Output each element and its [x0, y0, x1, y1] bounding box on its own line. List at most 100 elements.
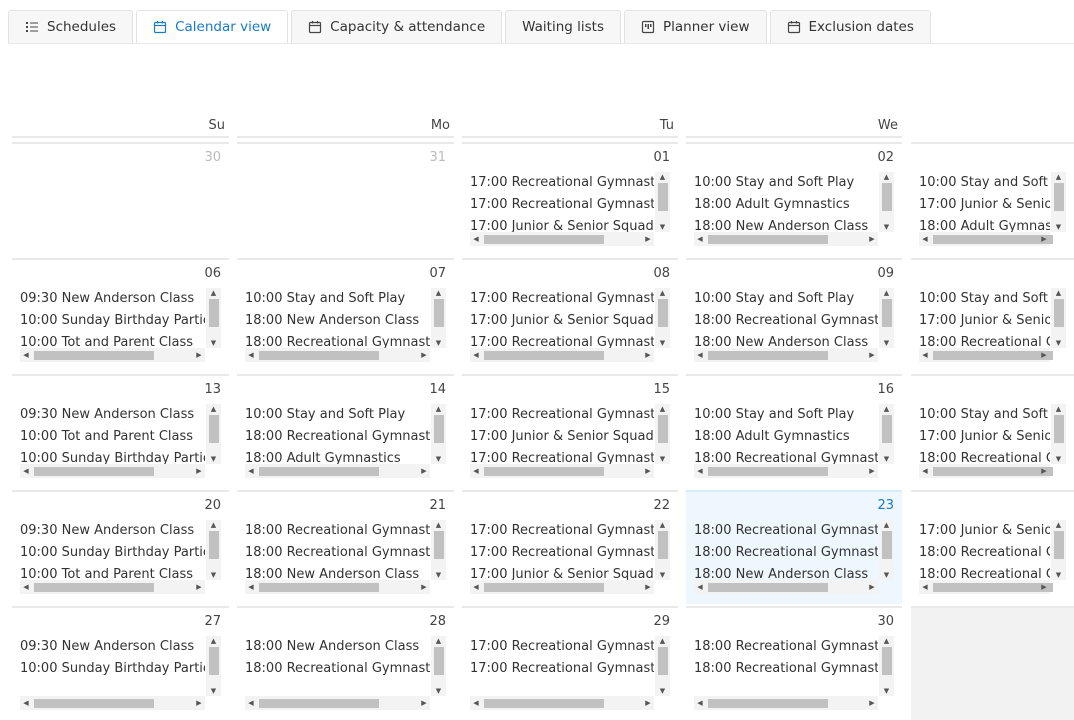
event-item[interactable]: 09:30 New Anderson Class: [20, 520, 205, 542]
horizontal-scrollbar[interactable]: ◀ ▶: [694, 348, 878, 362]
scroll-up-icon[interactable]: ▲: [206, 288, 221, 298]
scroll-left-icon[interactable]: ◀: [919, 464, 931, 478]
calendar-day-cell[interactable]: 02 10:00 Stay and Soft Play 18:00 Adult Gy…: [686, 142, 902, 256]
event-item[interactable]: 18:00 Recreational Gymnastics: [694, 636, 878, 658]
event-item[interactable]: 10:00 Sunday Birthday Parties: [20, 542, 205, 564]
scroll-right-icon[interactable]: ▶: [418, 464, 430, 478]
scroll-right-icon[interactable]: ▶: [866, 696, 878, 710]
event-item[interactable]: 18:00 New Anderson Class: [694, 216, 878, 232]
event-item[interactable]: 18:00 Adult Gymnastics: [245, 448, 430, 464]
calendar-day-cell[interactable]: 2217:00 Recreational Gymnastics 5-17:00 …: [462, 490, 678, 604]
calendar-day-cell[interactable]: 06 09:30 New Anderson Class 10:00 Sunday B…: [12, 258, 229, 372]
event-item[interactable]: 17:00 Recreational Gymnastics: [470, 404, 654, 426]
scroll-thumb[interactable]: [933, 235, 1053, 244]
scroll-right-icon[interactable]: ▶: [642, 696, 654, 710]
scroll-thumb[interactable]: [882, 183, 892, 211]
event-item[interactable]: 17:00 Recreational Gymnastics 8y: [470, 542, 654, 564]
event-item[interactable]: 17:00 Junior & Senior Squad: [919, 310, 1050, 332]
scroll-right-icon[interactable]: ▶: [866, 464, 878, 478]
horizontal-scrollbar[interactable]: ◀ ▶: [245, 348, 430, 362]
scroll-thumb[interactable]: [658, 647, 668, 675]
scroll-right-icon[interactable]: ▶: [1038, 348, 1050, 362]
vertical-scrollbar[interactable]: ▲ ▼: [879, 520, 894, 580]
scroll-thumb[interactable]: [708, 467, 828, 476]
event-item[interactable]: 18:00 Recreational Gymnastics: [694, 658, 878, 680]
scroll-up-icon[interactable]: ▲: [431, 520, 446, 530]
scroll-thumb[interactable]: [434, 647, 444, 675]
event-item[interactable]: 18:00 New Anderson Class: [694, 564, 878, 580]
scroll-right-icon[interactable]: ▶: [193, 580, 205, 594]
vertical-scrollbar[interactable]: ▲ ▼: [879, 172, 894, 232]
scroll-right-icon[interactable]: ▶: [193, 464, 205, 478]
event-item[interactable]: 10:00 Stay and Soft Play: [919, 404, 1050, 426]
scroll-down-icon[interactable]: ▼: [655, 686, 670, 696]
event-item[interactable]: 10:00 Sunday Birthday Parties: [20, 448, 205, 464]
scroll-thumb[interactable]: [933, 583, 1053, 592]
tab-waiting-lists[interactable]: Waiting lists: [505, 10, 621, 44]
scroll-thumb[interactable]: [658, 415, 668, 443]
calendar-day-cell[interactable]: 21 18:00 Recreational Gymnastics 18:00 Rec…: [237, 490, 454, 604]
event-item[interactable]: 10:00 Stay and Soft Play: [694, 172, 878, 194]
scroll-up-icon[interactable]: ▲: [206, 404, 221, 414]
scroll-up-icon[interactable]: ▲: [655, 172, 670, 182]
scroll-thumb[interactable]: [259, 351, 379, 360]
horizontal-scrollbar[interactable]: ◀ ▶: [20, 580, 205, 594]
scroll-thumb[interactable]: [209, 299, 219, 327]
vertical-scrollbar[interactable]: ▲ ▼: [431, 520, 446, 580]
scroll-left-icon[interactable]: ◀: [919, 232, 931, 246]
scroll-down-icon[interactable]: ▼: [431, 686, 446, 696]
event-item[interactable]: 10:00 Sunday Birthday Parties: [20, 658, 205, 680]
horizontal-scrollbar[interactable]: ◀ ▶: [470, 696, 654, 710]
scroll-down-icon[interactable]: ▼: [879, 338, 894, 348]
scroll-thumb[interactable]: [259, 699, 379, 708]
scroll-left-icon[interactable]: ◀: [245, 348, 257, 362]
scroll-thumb[interactable]: [484, 583, 604, 592]
scroll-up-icon[interactable]: ▲: [879, 520, 894, 530]
event-item[interactable]: 18:00 Recreational Gymnastics: [694, 310, 878, 332]
calendar-day-cell[interactable]: 31: [237, 142, 454, 256]
scroll-left-icon[interactable]: ◀: [245, 696, 257, 710]
vertical-scrollbar[interactable]: ▲ ▼: [206, 520, 221, 580]
scroll-right-icon[interactable]: ▶: [866, 232, 878, 246]
horizontal-scrollbar[interactable]: ◀ ▶: [245, 696, 430, 710]
scroll-down-icon[interactable]: ▼: [879, 454, 894, 464]
event-item[interactable]: 09:30 New Anderson Class: [20, 636, 205, 658]
scroll-thumb[interactable]: [34, 467, 154, 476]
scroll-thumb[interactable]: [209, 531, 219, 559]
scroll-thumb[interactable]: [708, 583, 828, 592]
calendar-day-cell[interactable]: 15 17:00 Recreational Gymnastics 17:00 Jun…: [462, 374, 678, 488]
scroll-thumb[interactable]: [484, 351, 604, 360]
vertical-scrollbar[interactable]: ▲ ▼: [431, 404, 446, 464]
horizontal-scrollbar[interactable]: ◀ ▶: [694, 232, 878, 246]
scroll-up-icon[interactable]: ▲: [1051, 172, 1066, 182]
event-item[interactable]: 18:00 Adult Gymnastics: [694, 194, 878, 216]
event-item[interactable]: 18:00 Recreational Gymnastics: [694, 542, 878, 564]
scroll-up-icon[interactable]: ▲: [1051, 288, 1066, 298]
event-item[interactable]: 17:00 Recreational Gymnastics: [470, 332, 654, 348]
event-item[interactable]: 18:00 New Anderson Class: [694, 332, 878, 348]
scroll-down-icon[interactable]: ▼: [879, 570, 894, 580]
scroll-thumb[interactable]: [34, 583, 154, 592]
event-item[interactable]: 09:30 New Anderson Class: [20, 288, 205, 310]
calendar-day-cell[interactable]: 20 09:30 New Anderson Class 10:00 Sunday B…: [12, 490, 229, 604]
event-item[interactable]: 17:00 Junior & Senior Squad: [919, 194, 1050, 216]
horizontal-scrollbar[interactable]: ◀ ▶: [694, 464, 878, 478]
scroll-down-icon[interactable]: ▼: [655, 454, 670, 464]
scroll-thumb[interactable]: [882, 415, 892, 443]
calendar-day-cell[interactable]: 13 09:30 New Anderson Class 10:00 Tot and …: [12, 374, 229, 488]
scroll-down-icon[interactable]: ▼: [431, 570, 446, 580]
scroll-up-icon[interactable]: ▲: [655, 404, 670, 414]
calendar-day-cell[interactable]: 07 10:00 Stay and Soft Play 18:00 New Ande…: [237, 258, 454, 372]
scroll-left-icon[interactable]: ◀: [470, 580, 482, 594]
scroll-thumb[interactable]: [882, 531, 892, 559]
scroll-right-icon[interactable]: ▶: [1038, 232, 1050, 246]
horizontal-scrollbar[interactable]: ◀ ▶: [919, 464, 1053, 478]
scroll-up-icon[interactable]: ▲: [879, 288, 894, 298]
event-item[interactable]: 17:00 Recreational Gymnastics 8y: [470, 658, 654, 680]
scroll-left-icon[interactable]: ◀: [20, 464, 32, 478]
event-item[interactable]: 17:00 Junior & Senior Squad: [470, 426, 654, 448]
scroll-left-icon[interactable]: ◀: [470, 696, 482, 710]
scroll-left-icon[interactable]: ◀: [470, 464, 482, 478]
scroll-right-icon[interactable]: ▶: [642, 580, 654, 594]
calendar-day-cell[interactable]: 10:00 Stay and Soft Play17:00 Junior & S…: [911, 374, 1074, 488]
